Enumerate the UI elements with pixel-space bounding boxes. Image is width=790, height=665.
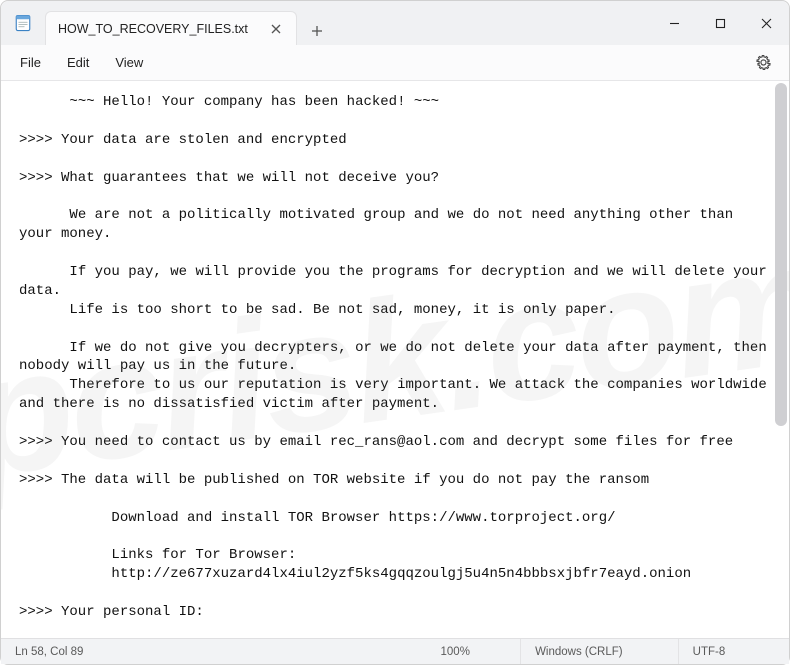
titlebar-drag-area[interactable] (337, 1, 651, 45)
menu-view[interactable]: View (102, 49, 156, 76)
close-button[interactable] (743, 1, 789, 45)
tab-label: HOW_TO_RECOVERY_FILES.txt (58, 22, 248, 36)
text-area[interactable]: pcrisk.com ~~~ Hello! Your company has b… (1, 81, 789, 638)
app-icon (1, 1, 45, 45)
tab-active[interactable]: HOW_TO_RECOVERY_FILES.txt (45, 11, 297, 45)
menubar: File Edit View (1, 45, 789, 81)
status-line-endings[interactable]: Windows (CRLF) (521, 639, 679, 664)
gear-icon (755, 54, 772, 71)
scrollbar-thumb[interactable] (775, 83, 787, 426)
vertical-scrollbar[interactable] (773, 83, 787, 636)
settings-button[interactable] (749, 49, 777, 77)
window-controls (651, 1, 789, 45)
status-encoding[interactable]: UTF-8 (679, 639, 789, 664)
document-text[interactable]: ~~~ Hello! Your company has been hacked!… (5, 93, 785, 622)
maximize-button[interactable] (697, 1, 743, 45)
status-zoom[interactable]: 100% (427, 639, 522, 664)
notepad-window: HOW_TO_RECOVERY_FILES.txt File Edit View (0, 0, 790, 665)
titlebar[interactable]: HOW_TO_RECOVERY_FILES.txt (1, 1, 789, 45)
menu-file[interactable]: File (7, 49, 54, 76)
menu-edit[interactable]: Edit (54, 49, 102, 76)
new-tab-button[interactable] (297, 1, 337, 45)
tab-close-button[interactable] (266, 19, 286, 39)
minimize-button[interactable] (651, 1, 697, 45)
statusbar: Ln 58, Col 89 100% Windows (CRLF) UTF-8 (1, 638, 789, 664)
status-cursor-position: Ln 58, Col 89 (1, 639, 427, 664)
